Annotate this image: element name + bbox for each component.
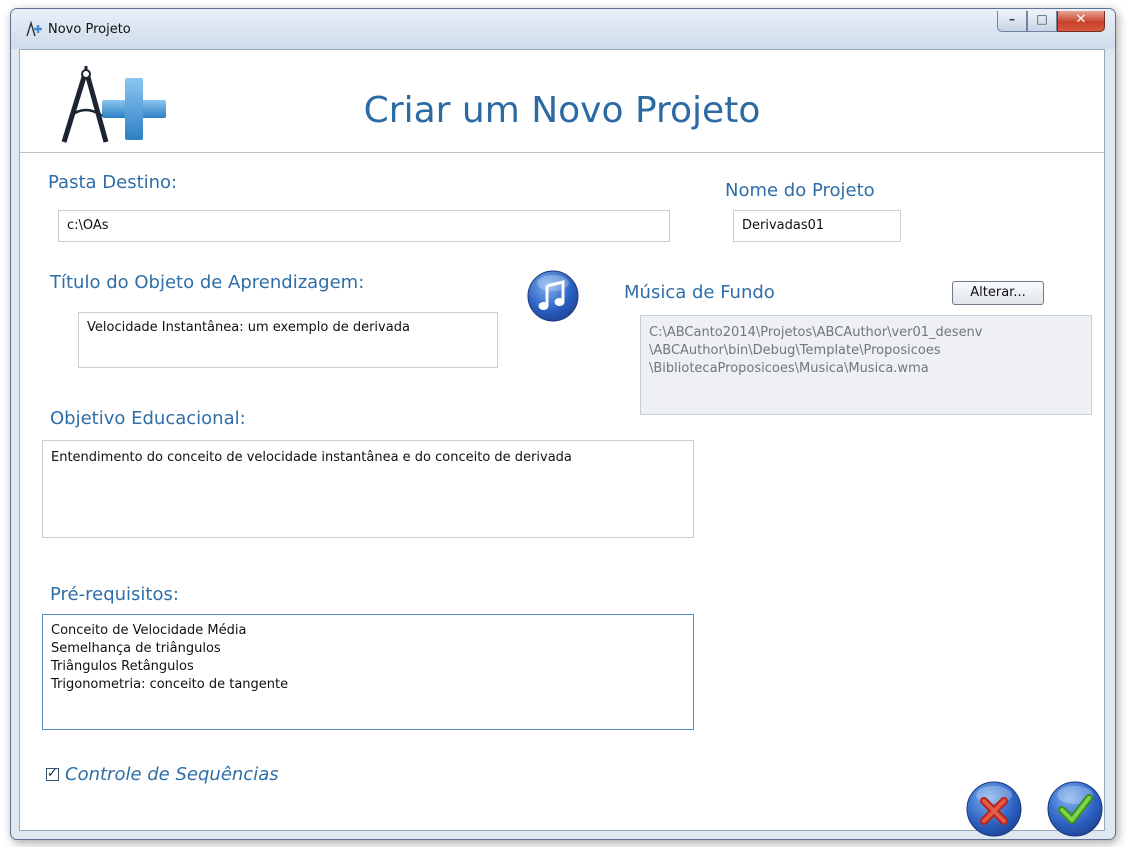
- window-title: Novo Projeto: [48, 22, 131, 37]
- change-music-button[interactable]: Alterar...: [952, 281, 1044, 305]
- app-icon: [26, 21, 42, 37]
- dialog-window: Novo Projeto – □ ✕ Criar um Novo Projeto…: [10, 8, 1116, 840]
- maximize-icon: □: [1036, 12, 1048, 26]
- project-name-label: Nome do Projeto: [725, 180, 875, 201]
- sequence-control-row[interactable]: ✓ Controle de Sequências: [46, 762, 279, 786]
- close-icon: ✕: [1075, 12, 1087, 27]
- cancel-button[interactable]: [965, 780, 1023, 838]
- destination-folder-input[interactable]: c:\OAs: [58, 210, 670, 242]
- music-path-field: C:\ABCanto2014\Projetos\ABCAuthor\ver01_…: [640, 315, 1092, 415]
- page-title: Criar um Novo Projeto: [363, 90, 761, 131]
- minimize-button[interactable]: –: [997, 11, 1027, 32]
- confirm-button[interactable]: [1046, 780, 1104, 838]
- background-music-label: Música de Fundo: [624, 282, 775, 303]
- educational-goal-input[interactable]: Entendimento do conceito de velocidade i…: [42, 440, 694, 538]
- maximize-button[interactable]: □: [1027, 11, 1057, 32]
- sequence-control-checkbox[interactable]: ✓: [46, 765, 59, 781]
- music-note-icon[interactable]: [526, 269, 580, 323]
- window-controls: – □ ✕: [997, 11, 1105, 33]
- prerequisites-input[interactable]: Conceito de Velocidade Média Semelhança …: [42, 614, 694, 730]
- sequence-control-label: Controle de Sequências: [65, 763, 279, 785]
- title-bar[interactable]: Novo Projeto – □ ✕: [11, 9, 1115, 49]
- destination-folder-label: Pasta Destino:: [48, 172, 178, 193]
- educational-goal-label: Objetivo Educacional:: [50, 408, 246, 429]
- close-button[interactable]: ✕: [1057, 11, 1105, 32]
- dialog-content: Criar um Novo Projeto Pasta Destino: c:\…: [19, 49, 1105, 837]
- project-name-input[interactable]: Derivadas01: [733, 210, 901, 242]
- learning-object-title-label: Título do Objeto de Aprendizagem:: [50, 272, 365, 293]
- learning-object-title-input[interactable]: Velocidade Instantânea: um exemplo de de…: [78, 312, 498, 368]
- minimize-icon: –: [1009, 12, 1015, 26]
- prerequisites-label: Pré-requisitos:: [50, 584, 179, 605]
- checkmark-icon: ✓: [47, 765, 58, 781]
- header: Criar um Novo Projeto: [20, 50, 1104, 153]
